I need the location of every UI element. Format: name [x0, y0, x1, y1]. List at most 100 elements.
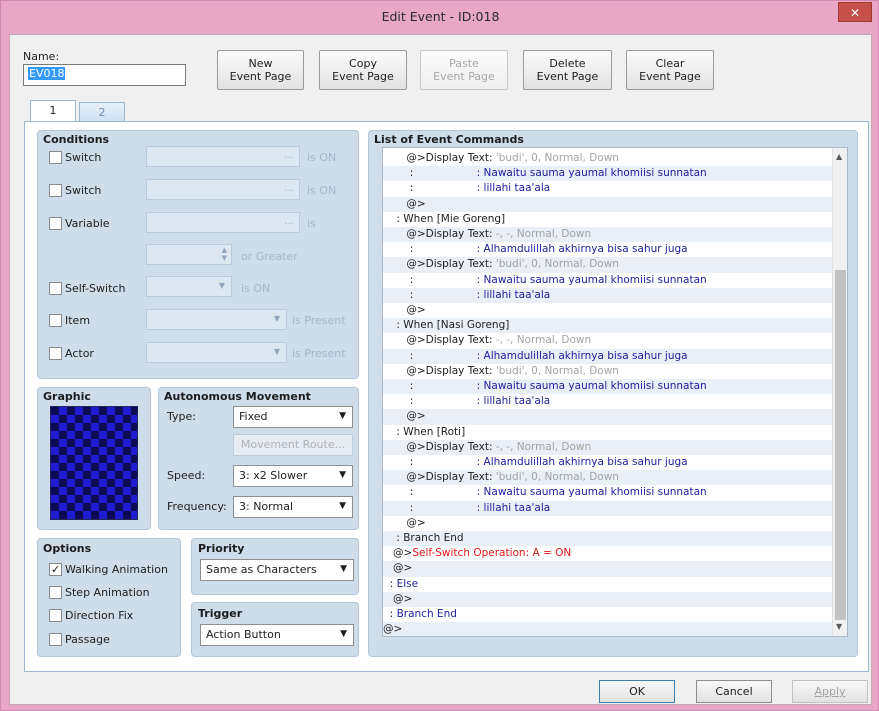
- command-text: : lillahi taa'ala: [476, 395, 551, 408]
- movement-route-button[interactable]: Movement Route...: [233, 434, 353, 456]
- command-line[interactable]: : : lillahi taa'ala: [383, 181, 833, 196]
- variable-label: Variable: [65, 217, 110, 230]
- paste-event-page-button[interactable]: Paste Event Page: [420, 50, 508, 90]
- command-text: @>: [383, 592, 413, 605]
- apply-button[interactable]: Apply: [792, 680, 868, 703]
- name-field[interactable]: EV018: [23, 64, 186, 86]
- stepper-up-icon[interactable]: ▲: [222, 246, 227, 254]
- command-line[interactable]: @>: [383, 591, 833, 607]
- conditions-title: Conditions: [43, 133, 110, 146]
- switch1-field[interactable]: ...: [146, 146, 300, 167]
- event-editor-window: Edit Event - ID:018 ✕ Name: EV018 New Ev…: [0, 0, 879, 711]
- command-line[interactable]: : : Nawaitu sauma yaumal khomiisi sunnat…: [383, 485, 833, 500]
- command-line[interactable]: @>: [383, 516, 833, 531]
- command-line[interactable]: @>: [383, 561, 833, 577]
- command-text: : Nawaitu sauma yaumal khomiisi sunnatan: [476, 380, 707, 392]
- cancel-button[interactable]: Cancel: [696, 680, 772, 703]
- command-line[interactable]: : Else: [383, 577, 833, 592]
- ok-button[interactable]: OK: [599, 680, 675, 703]
- passage-checkbox[interactable]: [49, 633, 62, 646]
- autonomous-movement-title: Autonomous Movement: [164, 390, 311, 403]
- command-text: @>: [383, 623, 403, 636]
- item-label: Item: [65, 314, 91, 327]
- variable-field[interactable]: ...: [146, 212, 300, 233]
- command-line[interactable]: @>: [383, 196, 833, 212]
- item-select[interactable]: ▼: [146, 309, 287, 330]
- trigger-select[interactable]: Action Button ▼: [200, 624, 354, 646]
- command-text: 'budi', 0, Normal, Down: [495, 152, 619, 164]
- command-line[interactable]: : : Alhamdulillah akhirnya bisa sahur ju…: [383, 242, 833, 257]
- tab-page-2[interactable]: 2: [79, 102, 125, 122]
- command-line[interactable]: : Branch End: [383, 607, 833, 622]
- movement-frequency-select[interactable]: 3: Normal ▼: [233, 496, 353, 518]
- command-text: : lillahi taa'ala: [476, 501, 551, 514]
- command-line[interactable]: @>: [383, 622, 833, 636]
- command-line[interactable]: @>Display Text: 'budi', 0, Normal, Down: [383, 364, 833, 379]
- command-line[interactable]: @>Display Text: -, -, Normal, Down: [383, 333, 833, 348]
- copy-event-page-button[interactable]: Copy Event Page: [319, 50, 407, 90]
- switch1-checkbox[interactable]: [49, 151, 62, 164]
- variable-checkbox[interactable]: [49, 217, 62, 230]
- direction-fix-checkbox[interactable]: [49, 609, 62, 622]
- command-line[interactable]: : : Nawaitu sauma yaumal khomiisi sunnat…: [383, 166, 833, 182]
- command-line[interactable]: : : Alhamdulillah akhirnya bisa sahur ju…: [383, 348, 833, 364]
- command-line[interactable]: : When [Nasi Goreng]: [383, 318, 833, 334]
- event-commands-list[interactable]: @> : Branch End @> : Else @> @>Self-Swit…: [382, 147, 848, 637]
- command-line[interactable]: : : lillahi taa'ala: [383, 287, 833, 303]
- command-text: @>Display Text:: [383, 152, 496, 164]
- command-line[interactable]: : : Nawaitu sauma yaumal khomiisi sunnat…: [383, 379, 833, 395]
- actor-select[interactable]: ▼: [146, 342, 287, 363]
- actor-checkbox[interactable]: [49, 347, 62, 360]
- switch2-field[interactable]: ...: [146, 179, 300, 200]
- command-line[interactable]: : When [Mie Goreng]: [383, 212, 833, 227]
- new-event-page-button[interactable]: New Event Page: [217, 50, 304, 90]
- scrollbar-thumb[interactable]: [835, 270, 846, 620]
- vertical-scrollbar[interactable]: ▲ ▼: [832, 148, 847, 636]
- scroll-down-icon[interactable]: ▼: [836, 622, 842, 631]
- actor-suffix: is Present: [292, 347, 346, 360]
- clear-event-page-button[interactable]: Clear Event Page: [626, 50, 714, 90]
- priority-select[interactable]: Same as Characters ▼: [200, 559, 354, 581]
- command-line[interactable]: : : lillahi taa'ala: [383, 500, 833, 516]
- close-icon[interactable]: ✕: [838, 2, 872, 22]
- command-line[interactable]: @>Self-Switch Operation: A = ON: [383, 546, 833, 561]
- command-text: :: [383, 608, 397, 620]
- scroll-up-icon[interactable]: ▲: [836, 152, 842, 161]
- command-line[interactable]: : : Nawaitu sauma yaumal khomiisi sunnat…: [383, 273, 833, 288]
- command-line[interactable]: : : Alhamdulillah akhirnya bisa sahur ju…: [383, 455, 833, 470]
- chevron-down-icon: ▼: [339, 411, 346, 421]
- command-text: @>: [383, 197, 426, 210]
- item-checkbox[interactable]: [49, 314, 62, 327]
- command-text: :: [383, 486, 477, 499]
- self-switch-checkbox[interactable]: [49, 282, 62, 295]
- switch2-checkbox[interactable]: [49, 184, 62, 197]
- step-animation-checkbox[interactable]: [49, 586, 62, 599]
- walking-animation-checkbox[interactable]: ✓: [49, 563, 62, 576]
- stepper-down-icon[interactable]: ▼: [222, 254, 227, 262]
- delete-event-page-button[interactable]: Delete Event Page: [523, 50, 612, 90]
- command-line[interactable]: @>: [383, 303, 833, 318]
- command-text: : lillahi taa'ala: [476, 288, 551, 301]
- command-text: :: [383, 501, 477, 514]
- command-line[interactable]: @>Display Text: 'budi', 0, Normal, Down: [383, 257, 833, 273]
- movement-type-select[interactable]: Fixed ▼: [233, 406, 353, 428]
- command-line[interactable]: : When [Roti]: [383, 425, 833, 440]
- command-line[interactable]: @>Display Text: -, -, Normal, Down: [383, 227, 833, 243]
- command-line[interactable]: : Branch End: [383, 531, 833, 547]
- command-text: : Nawaitu sauma yaumal khomiisi sunnatan: [476, 167, 707, 180]
- tab-page-1[interactable]: 1: [30, 100, 76, 122]
- event-graphic-preview[interactable]: [50, 406, 138, 520]
- movement-speed-select[interactable]: 3: x2 Slower ▼: [233, 465, 353, 487]
- command-line[interactable]: @>Display Text: 'budi', 0, Normal, Down: [383, 470, 833, 486]
- command-line[interactable]: @>Display Text: 'budi', 0, Normal, Down: [383, 151, 833, 166]
- command-line[interactable]: @>Display Text: -, -, Normal, Down: [383, 439, 833, 455]
- command-line[interactable]: @>: [383, 409, 833, 425]
- self-switch-select[interactable]: ▼: [146, 276, 232, 297]
- step-animation-label: Step Animation: [65, 586, 150, 599]
- command-text: : When [Nasi Goreng]: [383, 319, 510, 332]
- command-line[interactable]: : : lillahi taa'ala: [383, 394, 833, 409]
- command-text: : Branch End: [383, 532, 464, 544]
- variable-value-stepper[interactable]: ▲ ▼: [146, 244, 232, 265]
- command-text: :: [383, 167, 477, 180]
- walking-animation-label: Walking Animation: [65, 563, 168, 576]
